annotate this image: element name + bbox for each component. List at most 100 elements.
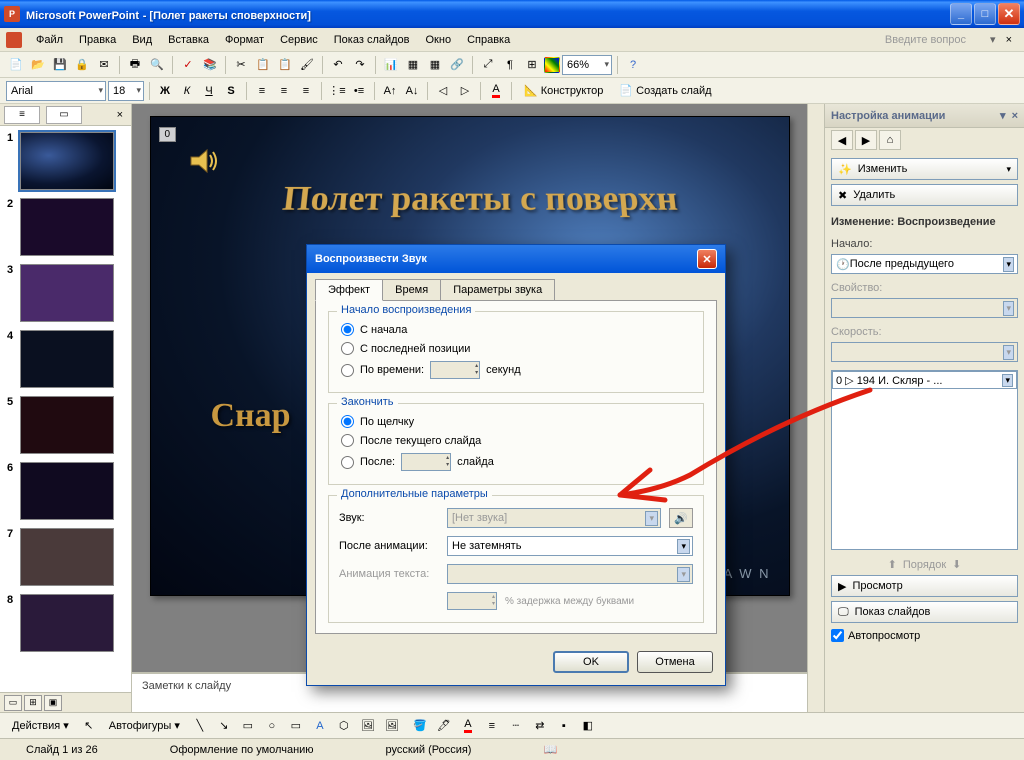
decrease-indent-icon[interactable]: ◁ xyxy=(433,81,453,101)
tables-borders-icon[interactable]: ▦ xyxy=(425,55,445,75)
numbered-list-icon[interactable]: ⋮≡ xyxy=(327,81,347,101)
slide-thumbnail-4[interactable] xyxy=(20,330,114,388)
dialog-titlebar[interactable]: Воспроизвести Звук ✕ xyxy=(307,245,725,273)
insert-hyperlink-icon[interactable]: 🔗 xyxy=(447,55,467,75)
arrow-icon[interactable]: ↘ xyxy=(214,716,234,736)
slide-thumbnail-2[interactable] xyxy=(20,198,114,256)
move-down-icon[interactable]: ⬇ xyxy=(952,558,961,571)
insert-table-icon[interactable]: ▦ xyxy=(403,55,423,75)
print-preview-icon[interactable]: 🔍 xyxy=(147,55,167,75)
spelling-status-icon[interactable]: 📖 xyxy=(527,743,573,756)
spellcheck-icon[interactable]: ✓ xyxy=(178,55,198,75)
radio-after-current-input[interactable] xyxy=(341,434,354,447)
new-doc-icon[interactable]: 📄 xyxy=(6,55,26,75)
print-icon[interactable]: 🖶 xyxy=(125,55,145,75)
wordart-icon[interactable]: A xyxy=(310,716,330,736)
menu-help[interactable]: Справка xyxy=(459,32,518,48)
open-icon[interactable]: 📂 xyxy=(28,55,48,75)
font-name-combo[interactable]: Arial xyxy=(6,81,106,101)
radio-from-start-input[interactable] xyxy=(341,323,354,336)
show-formatting-icon[interactable]: ¶ xyxy=(500,55,520,75)
doc-close-button[interactable]: × xyxy=(1000,34,1018,46)
autoplay-checkbox[interactable]: Автопросмотр xyxy=(831,627,1018,644)
designer-button[interactable]: 📐 Конструктор xyxy=(517,81,610,101)
shadow-style-icon[interactable]: ▪ xyxy=(554,716,574,736)
bullet-list-icon[interactable]: •≡ xyxy=(349,81,369,101)
redo-icon[interactable]: ↷ xyxy=(350,55,370,75)
actions-menu[interactable]: Действия ▾ xyxy=(6,719,75,732)
paste-icon[interactable]: 📋 xyxy=(275,55,295,75)
increase-indent-icon[interactable]: ▷ xyxy=(455,81,475,101)
menu-insert[interactable]: Вставка xyxy=(160,32,217,48)
zoom-combo[interactable]: 66% xyxy=(562,55,612,75)
clipart-icon[interactable]: 🖼 xyxy=(358,716,378,736)
close-button[interactable]: ✕ xyxy=(998,3,1020,25)
slide-subtitle-text[interactable]: Снар xyxy=(211,397,291,435)
maximize-button[interactable]: □ xyxy=(974,3,996,25)
research-icon[interactable]: 📚 xyxy=(200,55,220,75)
ask-question-box[interactable]: Введите вопрос xyxy=(885,34,986,46)
radio-from-last[interactable]: С последней позиции xyxy=(339,339,693,358)
radio-by-time[interactable]: По времени: секунд xyxy=(339,358,693,382)
radio-after-current[interactable]: После текущего слайда xyxy=(339,431,693,450)
slide-thumbnail-5[interactable] xyxy=(20,396,114,454)
menu-format[interactable]: Формат xyxy=(217,32,272,48)
slide-thumbnail-8[interactable] xyxy=(20,594,114,652)
mail-icon[interactable]: ✉ xyxy=(94,55,114,75)
line-icon[interactable]: ╲ xyxy=(190,716,210,736)
rectangle-icon[interactable]: ▭ xyxy=(238,716,258,736)
oval-icon[interactable]: ○ xyxy=(262,716,282,736)
menu-window[interactable]: Окно xyxy=(418,32,460,48)
help-icon[interactable]: ? xyxy=(623,55,643,75)
language-indicator[interactable]: русский (Россия) xyxy=(370,744,488,756)
picture-icon[interactable]: 🖼 xyxy=(382,716,402,736)
menu-file[interactable]: Файл xyxy=(28,32,71,48)
radio-on-click-input[interactable] xyxy=(341,415,354,428)
slide-thumbnail-7[interactable] xyxy=(20,528,114,586)
nav-back-icon[interactable]: ◀ xyxy=(831,130,853,150)
radio-by-time-input[interactable] xyxy=(341,364,354,377)
radio-from-last-input[interactable] xyxy=(341,342,354,355)
undo-icon[interactable]: ↶ xyxy=(328,55,348,75)
tab-timing[interactable]: Время xyxy=(382,279,441,301)
radio-after-n-input[interactable] xyxy=(341,456,354,469)
3d-style-icon[interactable]: ◧ xyxy=(578,716,598,736)
align-center-icon[interactable]: ≡ xyxy=(274,81,294,101)
dash-style-icon[interactable]: ┄ xyxy=(506,716,526,736)
line-color-icon[interactable]: 🖊 xyxy=(434,716,454,736)
expand-icon[interactable]: ⤢ xyxy=(478,55,498,75)
slide-thumbnail-1[interactable] xyxy=(20,132,114,190)
animation-order-label[interactable]: 0 xyxy=(159,127,177,142)
menu-tools[interactable]: Сервис xyxy=(272,32,326,48)
radio-on-click[interactable]: По щелчку xyxy=(339,412,693,431)
tab-sound-params[interactable]: Параметры звука xyxy=(440,279,555,301)
dialog-close-button[interactable]: ✕ xyxy=(697,249,717,269)
ask-dropdown-icon[interactable]: ▾ xyxy=(986,33,1000,46)
sound-preview-button[interactable]: 🔊 xyxy=(669,508,693,528)
slide-title-text[interactable]: Полет ракеты с поверхн xyxy=(207,178,752,219)
font-color-icon[interactable]: A xyxy=(486,81,506,101)
speaker-icon[interactable] xyxy=(187,145,219,177)
decrease-font-icon[interactable]: A↓ xyxy=(402,81,422,101)
new-slide-button[interactable]: 📄 Создать слайд xyxy=(612,81,718,101)
grid-icon[interactable]: ⊞ xyxy=(522,55,542,75)
tab-effect[interactable]: Эффект xyxy=(315,279,383,301)
vertical-scrollbar[interactable] xyxy=(807,104,824,712)
start-select[interactable]: 🕐 После предыдущего xyxy=(831,254,1018,274)
slides-tab[interactable]: ▭ xyxy=(46,106,82,124)
textbox-icon[interactable]: ▭ xyxy=(286,716,306,736)
copy-icon[interactable]: 📋 xyxy=(253,55,273,75)
sorter-view-button[interactable]: ⊞ xyxy=(24,695,42,711)
fill-color-icon[interactable]: 🪣 xyxy=(410,716,430,736)
permission-icon[interactable]: 🔒 xyxy=(72,55,92,75)
arrow-style-icon[interactable]: ⇄ xyxy=(530,716,550,736)
diagram-icon[interactable]: ⬡ xyxy=(334,716,354,736)
outline-tab[interactable]: ≡ xyxy=(4,106,40,124)
preview-button[interactable]: ▶ Просмотр xyxy=(831,575,1018,597)
increase-font-icon[interactable]: A↑ xyxy=(380,81,400,101)
nav-forward-icon[interactable]: ▶ xyxy=(855,130,877,150)
minimize-button[interactable]: _ xyxy=(950,3,972,25)
select-objects-icon[interactable]: ↖ xyxy=(79,716,99,736)
move-up-icon[interactable]: ⬆ xyxy=(888,558,897,571)
doc-icon[interactable] xyxy=(6,32,22,48)
